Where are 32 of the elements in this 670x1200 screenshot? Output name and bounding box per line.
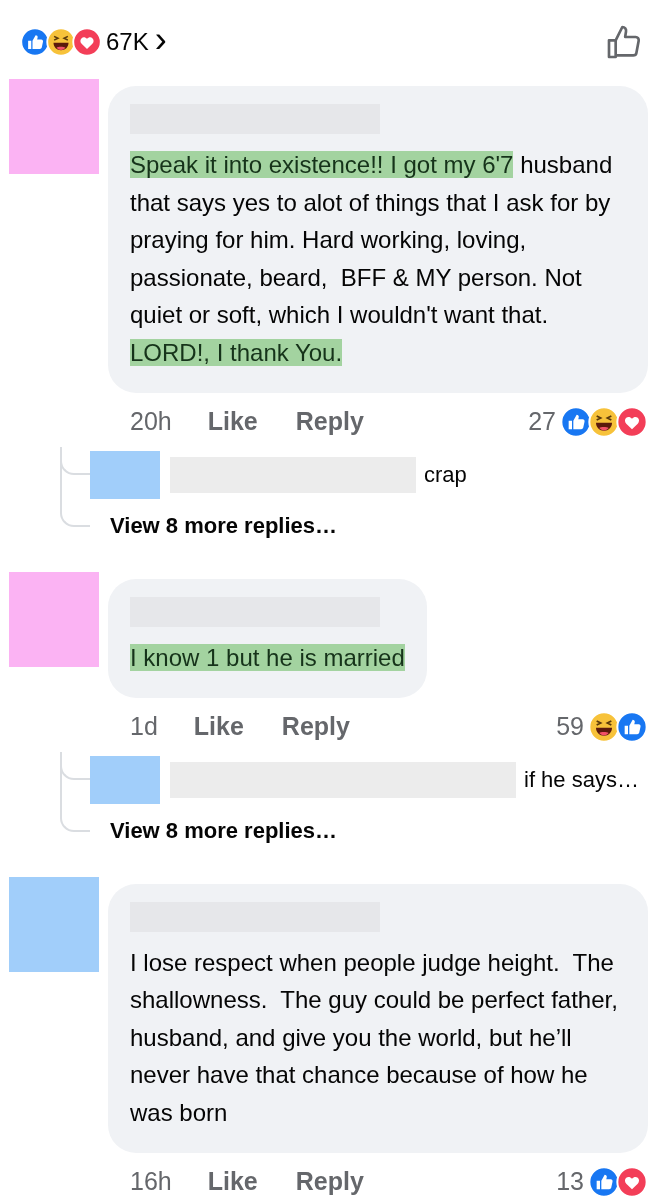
reply-text: if he says… xyxy=(524,766,639,794)
chevron-icon[interactable]: › xyxy=(154,22,167,58)
comment-time: 16h xyxy=(130,1166,172,1197)
laughing-face-icon xyxy=(46,27,76,57)
reaction-count: 13 xyxy=(556,1166,584,1197)
avatar[interactable] xyxy=(90,450,160,499)
avatar[interactable] xyxy=(90,755,160,804)
reaction-count[interactable]: 67K xyxy=(106,24,149,60)
like-link[interactable]: Like xyxy=(193,708,244,746)
thumbs-up-icon xyxy=(560,405,592,438)
comment-time: 20h xyxy=(130,406,172,437)
laughing-face-icon xyxy=(588,710,620,743)
like-link[interactable]: Like xyxy=(207,403,258,441)
comment-text: I know 1 but he is married xyxy=(130,642,405,673)
comment-text: I lose respect when people judge height. The shallowness. The guy could be perfect father, husband, and give you the world, but he’ll never have that chance because of how he was born xyxy=(130,947,619,1128)
avatar[interactable] xyxy=(9,79,99,174)
reaction-count: 27 xyxy=(528,406,556,437)
reply-link[interactable]: Reply xyxy=(295,403,364,441)
comment-text: Speak it into existence!! I got my 6'7 husband that says yes to alot of things that I ask for by praying for him. Hard working, loving, passionate, beard, BFF & MY person. Not quiet or soft, which I wouldn't want that. LORD!, I thank You. xyxy=(130,150,614,368)
comment-time: 1d xyxy=(130,711,158,742)
reply-text: crap xyxy=(424,461,467,489)
reply-link[interactable]: Reply xyxy=(295,1163,364,1200)
view-more-replies-link[interactable]: View 8 more replies… xyxy=(110,508,338,542)
thumbs-up-icon xyxy=(20,27,50,57)
reply-link[interactable]: Reply xyxy=(281,708,350,746)
avatar[interactable] xyxy=(9,876,99,972)
view-more-replies-link[interactable]: View 8 more replies… xyxy=(110,813,338,847)
laughing-face-icon xyxy=(588,405,620,438)
reaction-count: 59 xyxy=(556,711,584,742)
avatar[interactable] xyxy=(9,571,99,667)
thumbs-up-icon xyxy=(616,710,648,743)
like-link[interactable]: Like xyxy=(207,1163,258,1200)
